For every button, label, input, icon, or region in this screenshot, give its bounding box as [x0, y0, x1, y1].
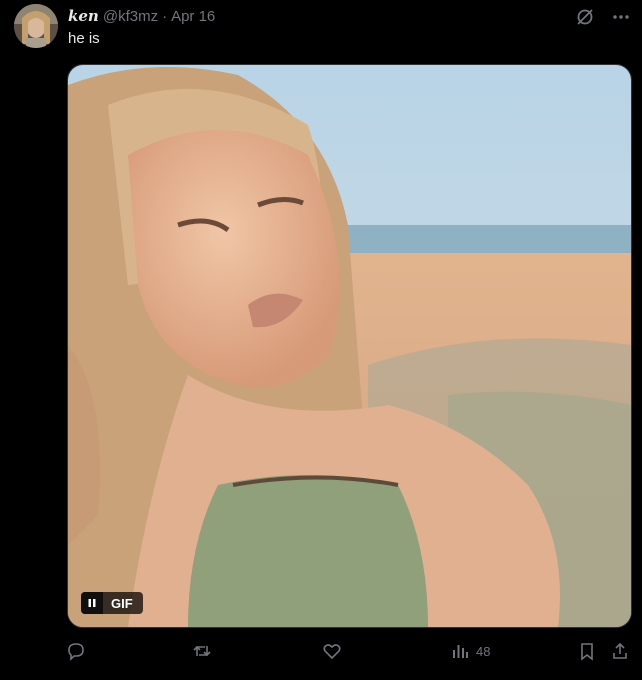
tweet-date[interactable]: Apr 16: [171, 8, 215, 25]
top-actions: [574, 6, 632, 28]
bookmark-icon: [581, 643, 593, 661]
avatar[interactable]: [14, 4, 58, 48]
pause-icon[interactable]: [81, 592, 103, 614]
grok-icon[interactable]: [574, 6, 596, 28]
share-icon: [613, 642, 627, 659]
tweet-header: ken @kf3mz · Apr 16: [68, 6, 215, 26]
user-handle[interactable]: @kf3mz: [103, 8, 158, 25]
share-button[interactable]: [610, 638, 630, 664]
gif-frame-image: [68, 65, 631, 627]
views-icon: [453, 645, 468, 658]
display-name[interactable]: ken: [68, 7, 99, 25]
gif-label: GIF: [111, 595, 133, 611]
gif-media[interactable]: GIF: [67, 64, 632, 628]
like-button[interactable]: [322, 638, 342, 664]
views-count: 48: [476, 643, 491, 659]
bookmark-button[interactable]: [577, 638, 597, 664]
reply-button[interactable]: [66, 638, 86, 664]
action-bar: 48: [62, 638, 634, 664]
reply-icon: [68, 643, 84, 661]
retweet-icon: [193, 645, 211, 657]
tweet-text: he is: [68, 30, 100, 47]
views-button[interactable]: 48: [450, 638, 490, 664]
retweet-button[interactable]: [192, 638, 212, 664]
more-icon[interactable]: [610, 6, 632, 28]
heart-icon: [323, 644, 341, 660]
gif-badge[interactable]: GIF: [81, 592, 143, 614]
tweet: ken @kf3mz · Apr 16 he is GIF 48: [0, 0, 642, 680]
separator: ·: [162, 7, 168, 25]
